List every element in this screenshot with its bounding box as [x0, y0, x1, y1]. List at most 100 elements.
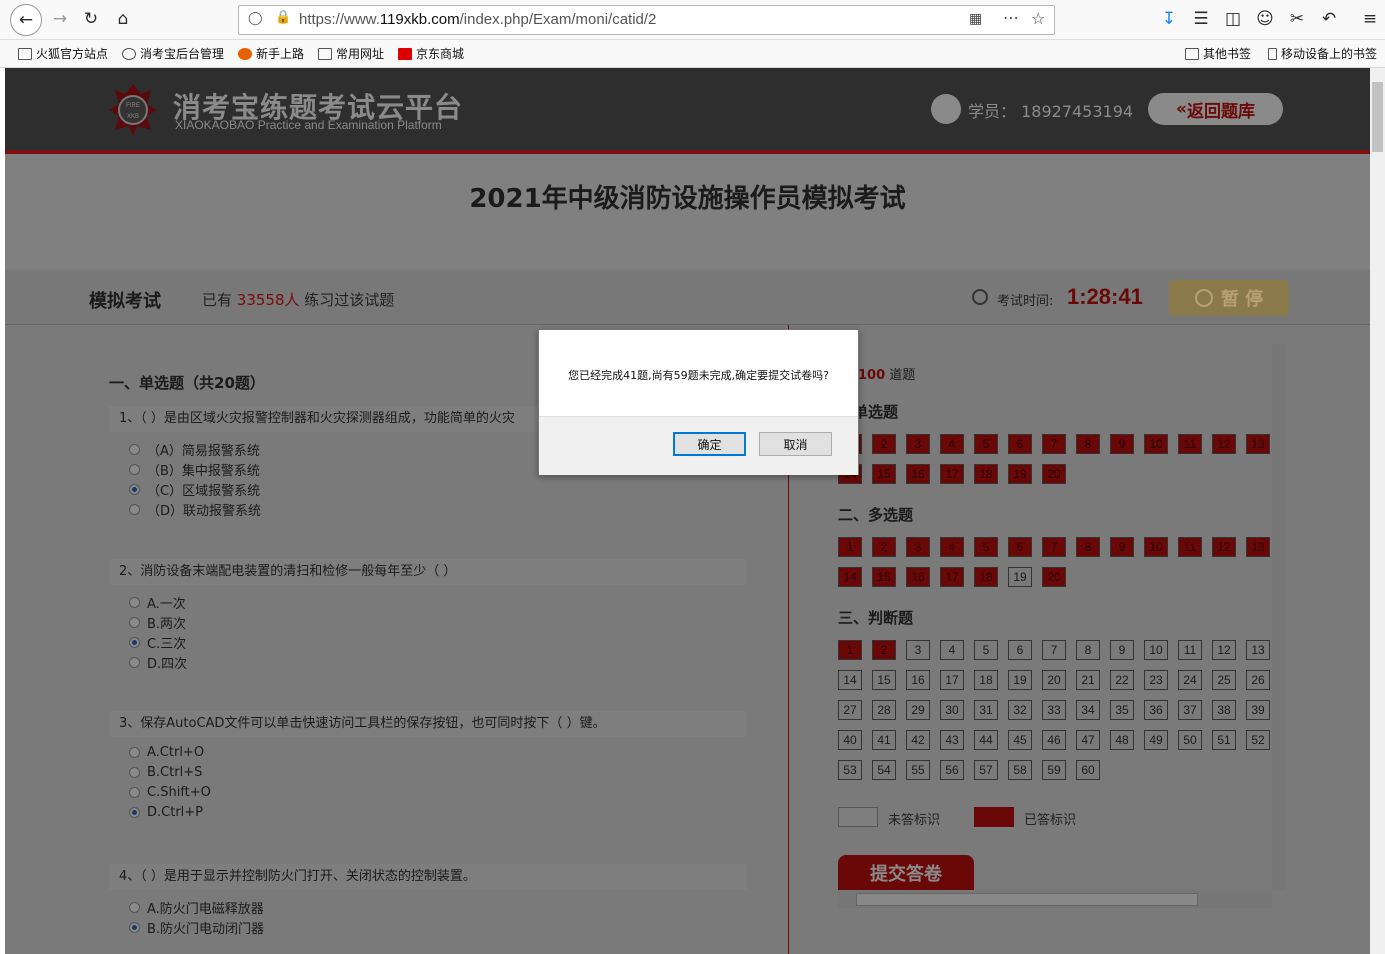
question-number-button[interactable]: 20	[1042, 670, 1066, 690]
answer-card-vertical-scrollbar[interactable]	[1272, 344, 1286, 890]
bookmark-other[interactable]: 其他书签	[1185, 45, 1251, 62]
bookmark-mobile[interactable]: 移动设备上的书签	[1268, 45, 1377, 62]
question-number-button[interactable]: 27	[838, 700, 862, 720]
radio-button[interactable]	[129, 504, 140, 515]
question-number-button[interactable]: 7	[1042, 434, 1066, 454]
question-number-button[interactable]: 4	[940, 537, 964, 557]
question-number-button[interactable]: 37	[1178, 700, 1202, 720]
question-number-button[interactable]: 35	[1110, 700, 1134, 720]
submit-answers-button[interactable]: 提交答卷	[838, 855, 974, 891]
question-number-button[interactable]: 7	[1042, 537, 1066, 557]
question-number-button[interactable]: 13	[1246, 640, 1270, 660]
page-scrollbar[interactable]	[1370, 68, 1385, 954]
question-number-button[interactable]: 55	[906, 760, 930, 780]
radio-button[interactable]	[129, 484, 140, 495]
question-number-button[interactable]: 6	[1008, 434, 1032, 454]
question-number-button[interactable]: 3	[906, 434, 930, 454]
question-number-button[interactable]: 57	[974, 760, 998, 780]
qr-code-icon[interactable]: ▦	[969, 11, 982, 27]
question-number-button[interactable]: 2	[872, 640, 896, 660]
back-arrow-icon[interactable]: ←	[10, 4, 42, 36]
answer-option[interactable]: C.Shift+O	[129, 785, 211, 800]
bookmark-jd[interactable]: 京东商城	[398, 45, 464, 62]
question-number-button[interactable]: 19	[1008, 670, 1032, 690]
answer-option[interactable]: B.两次	[129, 613, 186, 632]
question-number-button[interactable]: 14	[838, 567, 862, 587]
question-number-button[interactable]: 45	[1008, 730, 1032, 750]
question-number-button[interactable]: 3	[906, 537, 930, 557]
question-number-button[interactable]: 48	[1110, 730, 1134, 750]
question-number-button[interactable]: 24	[1178, 670, 1202, 690]
ok-button[interactable]: 确定	[673, 432, 746, 456]
library-icon[interactable]: ☰	[1188, 6, 1214, 32]
more-actions-icon[interactable]: ⋯	[1003, 8, 1019, 27]
answer-option[interactable]: D.Ctrl+P	[129, 805, 203, 820]
home-icon[interactable]: ⌂	[110, 6, 136, 32]
question-number-button[interactable]: 18	[974, 464, 998, 484]
question-number-button[interactable]: 30	[940, 700, 964, 720]
answer-option[interactable]: A.防火门电磁释放器	[129, 898, 264, 917]
question-number-button[interactable]: 25	[1212, 670, 1236, 690]
question-number-button[interactable]: 1	[838, 640, 862, 660]
question-number-button[interactable]: 14	[838, 670, 862, 690]
undo-icon[interactable]: ↶	[1316, 6, 1342, 32]
question-number-button[interactable]: 5	[974, 434, 998, 454]
url-bar[interactable]: ◯ 🔒 https://www.119xkb.com/index.php/Exa…	[238, 5, 1055, 35]
radio-button[interactable]	[129, 464, 140, 475]
question-number-button[interactable]: 13	[1246, 537, 1270, 557]
radio-button[interactable]	[129, 922, 140, 933]
question-number-button[interactable]: 12	[1212, 537, 1236, 557]
question-number-button[interactable]: 34	[1076, 700, 1100, 720]
question-number-button[interactable]: 10	[1144, 434, 1168, 454]
account-icon[interactable]: ☺	[1252, 6, 1278, 32]
question-number-button[interactable]: 44	[974, 730, 998, 750]
question-number-button[interactable]: 18	[974, 567, 998, 587]
question-number-button[interactable]: 11	[1178, 537, 1202, 557]
question-number-button[interactable]: 32	[1008, 700, 1032, 720]
question-number-button[interactable]: 47	[1076, 730, 1100, 750]
question-number-button[interactable]: 15	[872, 567, 896, 587]
question-number-button[interactable]: 28	[872, 700, 896, 720]
question-number-button[interactable]: 11	[1178, 434, 1202, 454]
question-number-button[interactable]: 17	[940, 670, 964, 690]
question-number-button[interactable]: 12	[1212, 640, 1236, 660]
question-number-button[interactable]: 5	[974, 640, 998, 660]
bookmark-firefox-site[interactable]: 火狐官方站点	[18, 45, 108, 62]
pause-button[interactable]: 暂 停	[1169, 280, 1289, 316]
question-number-button[interactable]: 59	[1042, 760, 1066, 780]
question-number-button[interactable]: 5	[974, 537, 998, 557]
question-number-button[interactable]: 38	[1212, 700, 1236, 720]
question-number-button[interactable]: 19	[1008, 464, 1032, 484]
answer-card-horizontal-scrollbar[interactable]	[838, 890, 1272, 908]
answer-option[interactable]: （D）联动报警系统	[129, 500, 261, 519]
question-number-button[interactable]: 9	[1110, 537, 1134, 557]
question-number-button[interactable]: 42	[906, 730, 930, 750]
radio-button[interactable]	[129, 637, 140, 648]
bookmark-admin[interactable]: 消考宝后台管理	[122, 45, 224, 62]
question-number-button[interactable]: 22	[1110, 670, 1134, 690]
radio-button[interactable]	[129, 902, 140, 913]
question-number-button[interactable]: 8	[1076, 537, 1100, 557]
scrollbar-thumb[interactable]	[1372, 82, 1383, 152]
question-number-button[interactable]: 4	[940, 640, 964, 660]
bookmark-getting-started[interactable]: 新手上路	[238, 45, 304, 62]
question-number-button[interactable]: 19	[1008, 567, 1032, 587]
question-number-button[interactable]: 54	[872, 760, 896, 780]
answer-option[interactable]: （A）简易报警系统	[129, 440, 260, 459]
question-number-button[interactable]: 53	[838, 760, 862, 780]
radio-button[interactable]	[129, 657, 140, 668]
radio-button[interactable]	[129, 767, 140, 778]
question-number-button[interactable]: 39	[1246, 700, 1270, 720]
cancel-button[interactable]: 取消	[759, 432, 832, 456]
question-number-button[interactable]: 51	[1212, 730, 1236, 750]
question-number-button[interactable]: 58	[1008, 760, 1032, 780]
answer-option[interactable]: D.四次	[129, 653, 187, 672]
question-number-button[interactable]: 16	[906, 567, 930, 587]
question-number-button[interactable]: 8	[1076, 434, 1100, 454]
bookmark-common-sites[interactable]: 常用网址	[318, 45, 384, 62]
radio-button[interactable]	[129, 617, 140, 628]
question-number-button[interactable]: 33	[1042, 700, 1066, 720]
screenshot-icon[interactable]: ✂	[1284, 6, 1310, 32]
radio-button[interactable]	[129, 807, 140, 818]
question-number-button[interactable]: 10	[1144, 640, 1168, 660]
